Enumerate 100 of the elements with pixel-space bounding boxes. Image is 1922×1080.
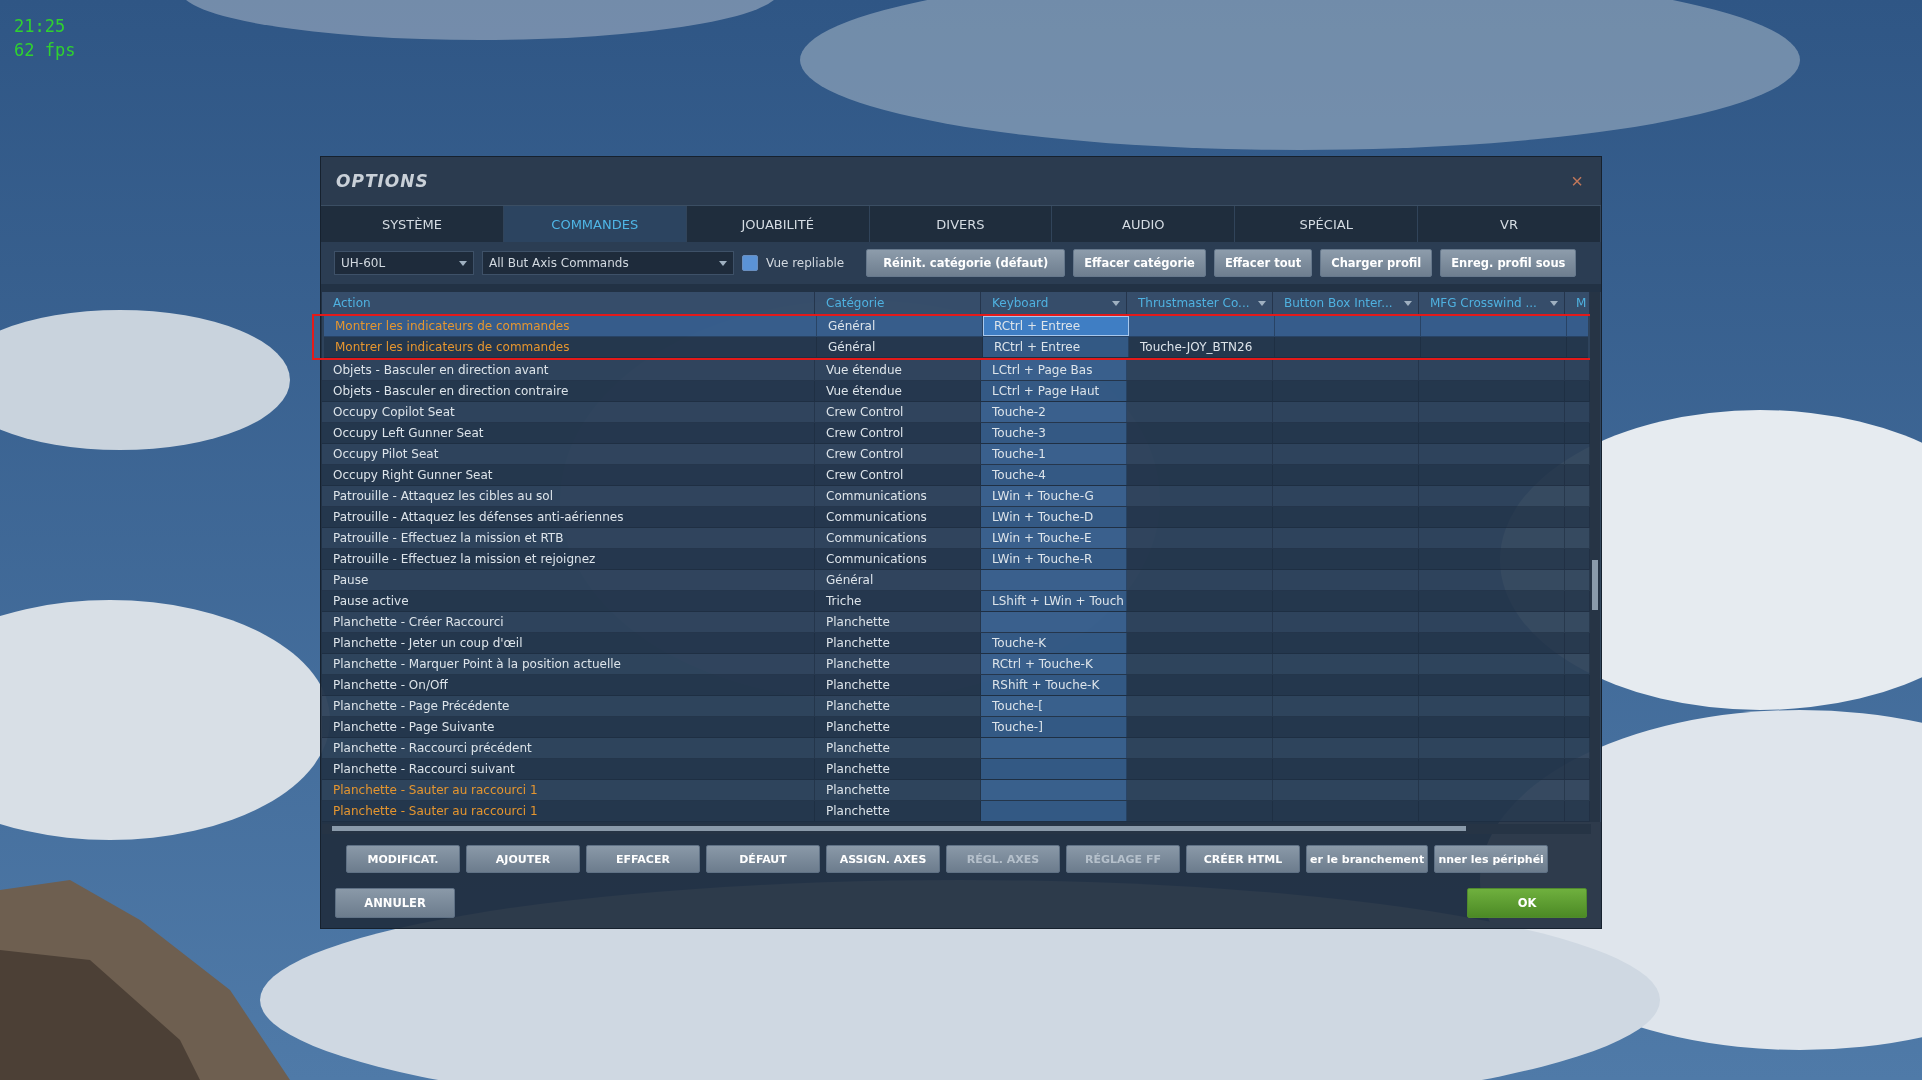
caret-icon xyxy=(1258,300,1266,306)
checkbox-label: Vue repliable xyxy=(766,256,845,270)
action-cell: Planchette - On/Off xyxy=(322,675,815,695)
action-cell: Planchette - Raccourci précédent xyxy=(322,738,815,758)
action-cell: Planchette - Jeter un coup d'œil xyxy=(322,633,815,653)
category-cell: Vue étendue xyxy=(815,360,981,380)
table-row[interactable]: Montrer les indicateurs de commandes Général RCtrl + Entree Touche-JOY_BTN26 xyxy=(324,337,1588,358)
caret-icon xyxy=(459,260,467,266)
action-button[interactable]: DÉFAUT xyxy=(706,845,820,873)
scrollbar-thumb[interactable] xyxy=(332,824,1466,834)
table-row[interactable]: Pause Général xyxy=(322,570,1590,591)
vertical-scrollbar[interactable] xyxy=(1590,292,1600,822)
caret-icon xyxy=(719,260,727,266)
category-cell: Crew Control xyxy=(815,465,981,485)
action-button[interactable]: AJOUTER xyxy=(466,845,580,873)
action-button[interactable]: MODIFICAT. xyxy=(346,845,460,873)
category-cell: Planchette xyxy=(815,633,981,653)
category-cell: Planchette xyxy=(815,612,981,632)
action-cell: Montrer les indicateurs de commandes xyxy=(324,316,817,336)
category-cell: Général xyxy=(817,337,983,357)
column-header[interactable]: Button Box Inter... xyxy=(1273,292,1419,314)
category-cell: Communications xyxy=(815,507,981,527)
action-cell: Planchette - Page Précédente xyxy=(322,696,815,716)
keyboard-cell: Touche-[ xyxy=(981,696,1127,716)
action-cell: Planchette - Raccourci suivant xyxy=(322,759,815,779)
keyboard-cell: LShift + LWin + Touch xyxy=(981,591,1127,611)
action-cell: Occupy Right Gunner Seat xyxy=(322,465,815,485)
table-row[interactable]: Objets - Basculer en direction contraire Vue étendue LCtrl + Page Haut xyxy=(322,381,1590,402)
column-header[interactable]: Thrustmaster Co... xyxy=(1127,292,1273,314)
category-cell: Crew Control xyxy=(815,423,981,443)
action-cell: Pause active xyxy=(322,591,815,611)
action-cell: Patrouille - Effectuez la mission et RTB xyxy=(322,528,815,548)
table-row[interactable]: Planchette - On/Off Planchette RShift + Touche-K xyxy=(322,675,1590,696)
table-row[interactable]: Occupy Left Gunner Seat Crew Control Touche-3 xyxy=(322,423,1590,444)
checkbox[interactable] xyxy=(742,255,758,271)
category-cell: Communications xyxy=(815,549,981,569)
keyboard-cell: Touche-1 xyxy=(981,444,1127,464)
table-row[interactable]: Occupy Right Gunner Seat Crew Control Touche-4 xyxy=(322,465,1590,486)
action-cell: Occupy Pilot Seat xyxy=(322,444,815,464)
clock-text: 21:25 xyxy=(14,15,66,38)
action-cell: Occupy Copilot Seat xyxy=(322,402,815,422)
tab[interactable]: COMMANDES xyxy=(503,206,687,242)
action-cell: Patrouille - Attaquez les cibles au sol xyxy=(322,486,815,506)
table-row[interactable]: Occupy Pilot Seat Crew Control Touche-1 xyxy=(322,444,1590,465)
cancel-button[interactable]: ANNULER xyxy=(335,888,455,918)
caret-icon xyxy=(1112,300,1120,306)
category-cell: Planchette xyxy=(815,738,981,758)
category-cell: Général xyxy=(815,570,981,590)
table-row[interactable]: Planchette - Sauter au raccourci 1 Planchette xyxy=(322,780,1590,801)
action-cell: Planchette - Page Suivante xyxy=(322,717,815,737)
column-header[interactable]: MFG Crosswind ... xyxy=(1419,292,1565,314)
action-cell: Patrouille - Attaquez les défenses anti-aériennes xyxy=(322,507,815,527)
table-row[interactable]: Planchette - Jeter un coup d'œil Planchette Touche-K xyxy=(322,633,1590,654)
column-header[interactable]: Action xyxy=(322,292,815,314)
keyboard-cell: Touche-K xyxy=(981,633,1127,653)
aircraft-dropdown[interactable]: UH-60L xyxy=(334,251,474,275)
category-cell: Planchette xyxy=(815,780,981,800)
action-cell: Planchette - Sauter au raccourci 1 xyxy=(322,780,815,800)
keyboard-cell: LWin + Touche-D xyxy=(981,507,1127,527)
action-button[interactable]: er le branchement xyxy=(1306,845,1429,873)
action-button[interactable]: ASSIGN. AXES xyxy=(826,845,940,873)
table-row[interactable]: Patrouille - Effectuez la mission et RTB Communications LWin + Touche-E xyxy=(322,528,1590,549)
action-button[interactable]: CRÉER HTML xyxy=(1186,845,1300,873)
column-header[interactable]: Catégorie xyxy=(815,292,981,314)
table-row[interactable]: Montrer les indicateurs de commandes Général RCtrl + Entree xyxy=(324,316,1588,337)
table-row[interactable]: Planchette - Page Suivante Planchette Touche-] xyxy=(322,717,1590,738)
table-row[interactable]: Objets - Basculer en direction avant Vue étendue LCtrl + Page Bas xyxy=(322,360,1590,381)
window-title: OPTIONS xyxy=(336,171,429,191)
column-header[interactable]: Keyboard xyxy=(981,292,1127,314)
filter-dropdown[interactable]: All But Axis Commands xyxy=(482,251,734,275)
category-cell: Planchette xyxy=(815,675,981,695)
caret-icon xyxy=(1550,300,1558,306)
table-row[interactable]: Pause active Triche LShift + LWin + Touch xyxy=(322,591,1590,612)
table-row[interactable]: Planchette - Créer Raccourci Planchette xyxy=(322,612,1590,633)
table-row[interactable]: Planchette - Raccourci suivant Planchette xyxy=(322,759,1590,780)
table-row[interactable]: Patrouille - Attaquez les cibles au sol Communications LWin + Touche-G xyxy=(322,486,1590,507)
keyboard-cell: RCtrl + Entree xyxy=(983,316,1129,336)
keyboard-cell: Touche-3 xyxy=(981,423,1127,443)
action-cell: Occupy Left Gunner Seat xyxy=(322,423,815,443)
action-cell: Objets - Basculer en direction avant xyxy=(322,360,815,380)
category-cell: Communications xyxy=(815,528,981,548)
action-cell: Planchette - Créer Raccourci xyxy=(322,612,815,632)
keyboard-cell: LWin + Touche-R xyxy=(981,549,1127,569)
category-cell: Planchette xyxy=(815,654,981,674)
category-cell: Planchette xyxy=(815,759,981,779)
action-button[interactable]: nner les périphéi xyxy=(1434,845,1549,873)
table-row[interactable]: Planchette - Sauter au raccourci 1 Planchette xyxy=(322,801,1590,822)
joystick-cell: Touche-JOY_BTN26 xyxy=(1129,337,1275,357)
action-cell: Pause xyxy=(322,570,815,590)
table-row[interactable]: Planchette - Raccourci précédent Planchette xyxy=(322,738,1590,759)
table-row[interactable]: Planchette - Page Précédente Planchette Touche-[ xyxy=(322,696,1590,717)
table-row[interactable]: Occupy Copilot Seat Crew Control Touche-2 xyxy=(322,402,1590,423)
table-row[interactable]: Patrouille - Attaquez les défenses anti-aériennes Communications LWin + Touche-D xyxy=(322,507,1590,528)
keyboard-cell: LCtrl + Page Haut xyxy=(981,381,1127,401)
action-button[interactable]: EFFACER xyxy=(586,845,700,873)
action-cell: Planchette - Marquer Point à la position actuelle xyxy=(322,654,815,674)
action-cell: Objets - Basculer en direction contraire xyxy=(322,381,815,401)
category-cell: Planchette xyxy=(815,696,981,716)
table-row[interactable]: Patrouille - Effectuez la mission et rejoignez Communications LWin + Touche-R xyxy=(322,549,1590,570)
table-row[interactable]: Planchette - Marquer Point à la position actuelle Planchette RCtrl + Touche-K xyxy=(322,654,1590,675)
